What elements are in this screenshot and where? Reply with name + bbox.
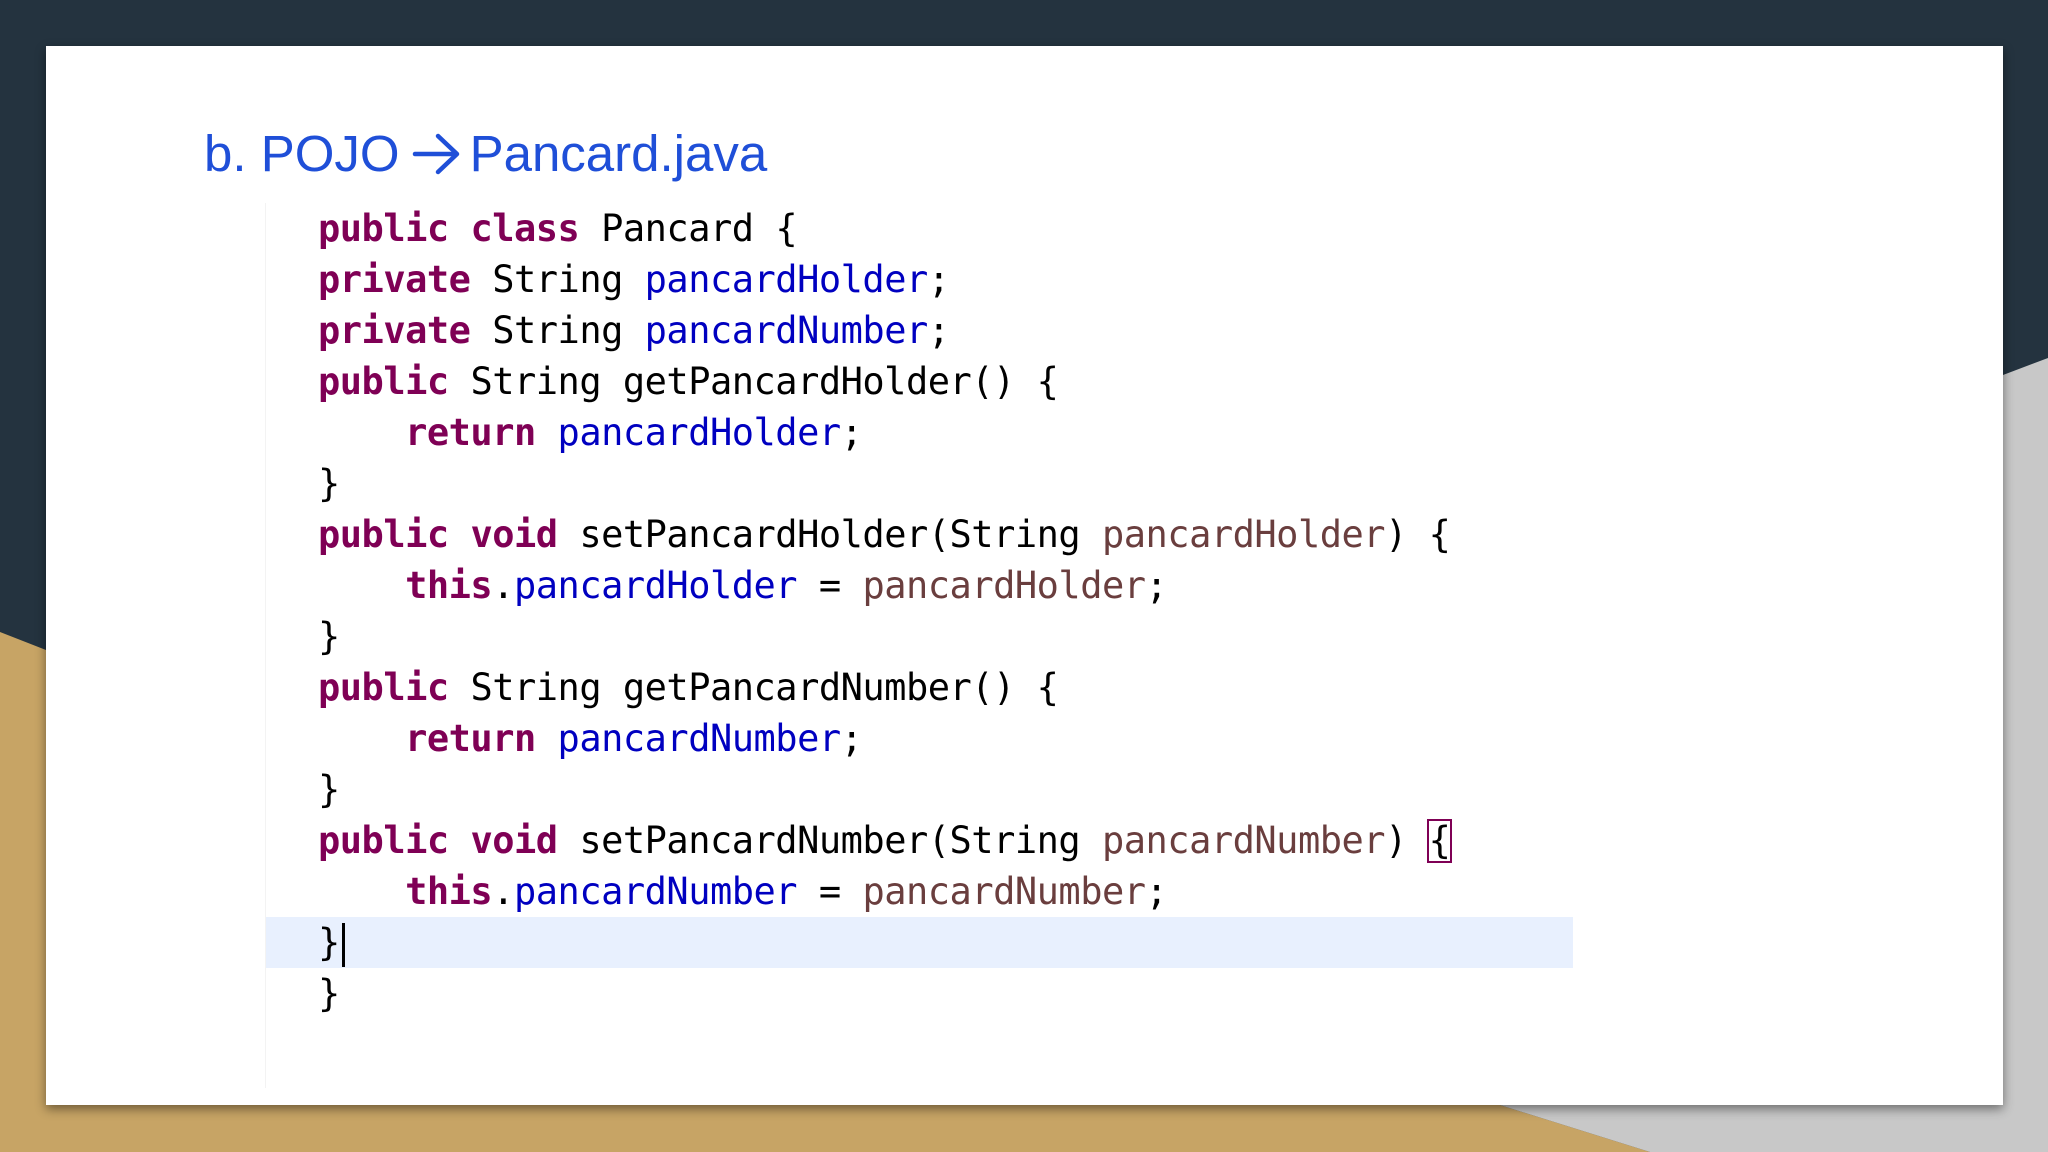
code-line-2: private String pancardHolder; <box>266 254 1631 305</box>
code-punct: ; <box>927 309 950 352</box>
code-editor[interactable]: public class Pancard { private String pa… <box>265 203 1631 1088</box>
code-punct: = <box>818 870 841 913</box>
parameter-name: pancardHolder <box>1101 513 1386 556</box>
code-punct: . <box>492 870 514 913</box>
code-line-15-current[interactable]: } <box>266 917 1573 968</box>
keyword: private <box>318 309 471 352</box>
method-name: setPancardHolder(String <box>579 513 1081 556</box>
keyword: private <box>318 258 471 301</box>
code-text: String getPancardNumber() { <box>470 666 1059 709</box>
code-line-14: this.pancardNumber = pancardNumber; <box>266 866 1631 917</box>
code-punct: ; <box>1145 564 1168 607</box>
keyword: public <box>318 360 449 403</box>
code-line-13: public void setPancardNumber(String panc… <box>266 815 1631 866</box>
slide: b. POJO Pancard.java public class Pancard… <box>46 46 2003 1105</box>
code-line-16: } <box>266 968 1631 1019</box>
matching-bracket-highlight: { <box>1426 819 1453 863</box>
keyword: return <box>405 411 536 454</box>
keyword: public <box>318 513 449 556</box>
title-prefix: b. POJO <box>204 125 400 182</box>
code-punct: ; <box>840 717 863 760</box>
keyword: return <box>405 717 536 760</box>
code-line-6: } <box>266 458 1631 509</box>
parameter-name: pancardHolder <box>862 564 1146 607</box>
field-name: pancardNumber <box>514 870 798 913</box>
code-line-10: public String getPancardNumber() { <box>266 662 1631 713</box>
title-suffix: Pancard.java <box>469 125 768 182</box>
code-line-5: return pancardHolder; <box>266 407 1631 458</box>
code-text: Pancard { <box>601 207 798 250</box>
slide-title: b. POJO Pancard.java <box>204 128 767 179</box>
code-text: String getPancardHolder() { <box>470 360 1059 403</box>
field-name: pancardHolder <box>514 564 798 607</box>
code-text: } <box>318 768 340 811</box>
code-line-9: } <box>266 611 1631 662</box>
code-punct: ; <box>927 258 950 301</box>
keyword: this <box>405 870 493 913</box>
field-name: pancardHolder <box>644 258 929 301</box>
code-punct: . <box>492 564 514 607</box>
code-line-4: public String getPancardHolder() { <box>266 356 1631 407</box>
code-text: } <box>318 921 340 964</box>
keyword: void <box>470 819 558 862</box>
code-punct: ; <box>840 411 863 454</box>
keyword: public <box>318 819 449 862</box>
code-line-8: this.pancardHolder = pancardHolder; <box>266 560 1631 611</box>
code-punct: ; <box>1145 870 1168 913</box>
right-arrow-icon <box>412 131 464 177</box>
code-text: } <box>318 615 340 658</box>
type-name: String <box>492 258 623 301</box>
text-cursor <box>341 922 345 967</box>
code-line-11: return pancardNumber; <box>266 713 1631 764</box>
code-line-12: } <box>266 764 1631 815</box>
keyword: public <box>318 666 449 709</box>
code-punct: ) { <box>1385 513 1451 556</box>
field-name: pancardNumber <box>557 717 842 760</box>
keyword: class <box>470 207 580 250</box>
keyword: void <box>470 513 558 556</box>
code-text: } <box>318 972 340 1015</box>
code-punct: ) <box>1385 819 1407 862</box>
code-line-1: public class Pancard { <box>266 203 1631 254</box>
field-name: pancardHolder <box>557 411 842 454</box>
method-name: setPancardNumber(String <box>579 819 1081 862</box>
field-name: pancardNumber <box>644 309 929 352</box>
code-punct: = <box>818 564 841 607</box>
type-name: String <box>492 309 623 352</box>
parameter-name: pancardNumber <box>1101 819 1386 862</box>
keyword: public <box>318 207 449 250</box>
code-line-7: public void setPancardHolder(String panc… <box>266 509 1631 560</box>
code-line-3: private String pancardNumber; <box>266 305 1631 356</box>
code-text: } <box>318 462 340 505</box>
parameter-name: pancardNumber <box>862 870 1146 913</box>
keyword: this <box>405 564 493 607</box>
